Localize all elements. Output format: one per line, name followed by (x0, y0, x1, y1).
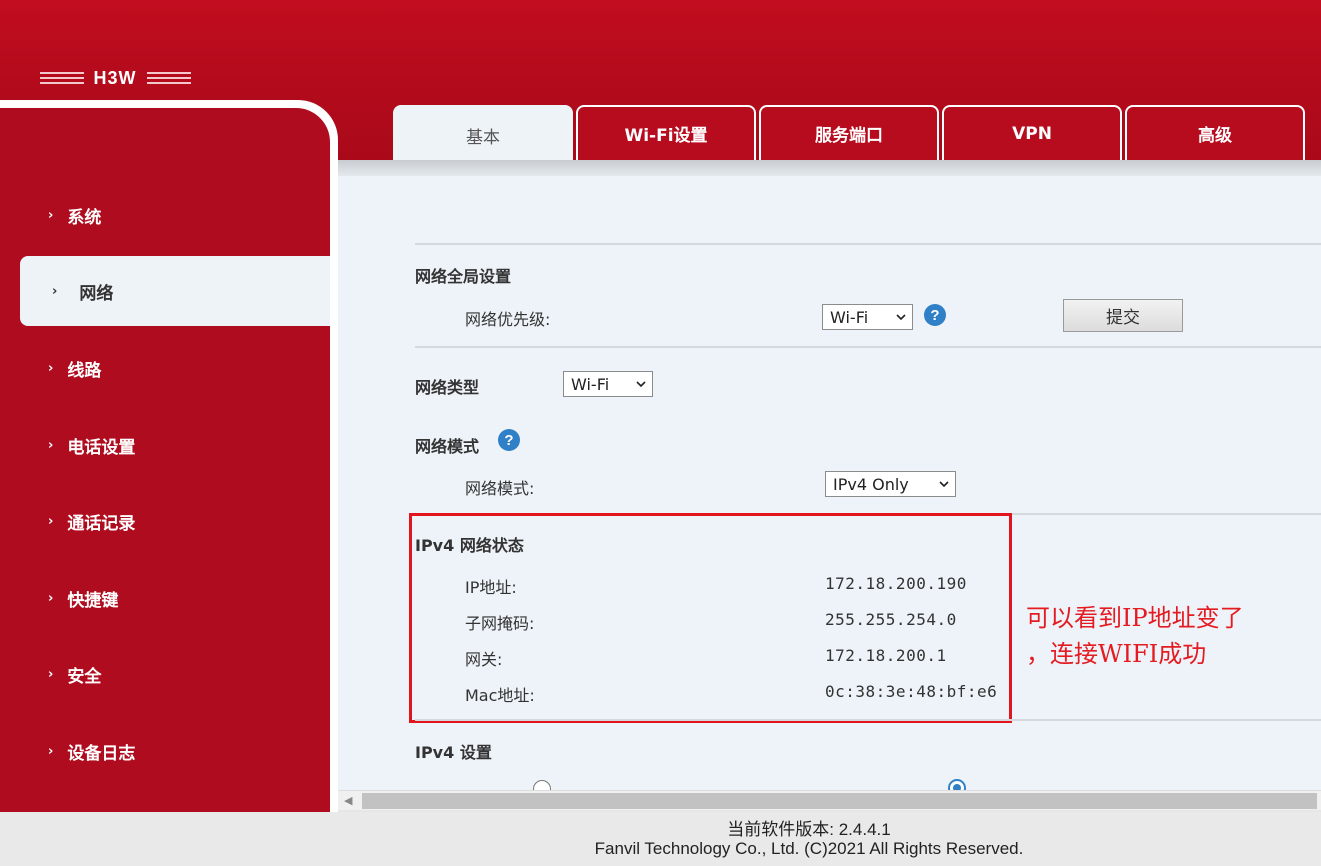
divider (415, 243, 1321, 245)
sidebar-item-label: 线路 (67, 360, 102, 381)
brand-logo: H3W (30, 64, 200, 92)
chevron-right-icon: › (48, 207, 54, 223)
chevron-right-icon: › (48, 437, 54, 453)
tab-service-ports[interactable]: 服务端口 (759, 105, 939, 160)
annotation-text: 可以看到IP地址变了 ，连接WIFI成功 (1026, 600, 1316, 672)
chevron-right-icon: › (48, 360, 54, 376)
sidebar-item-label: 安全 (67, 666, 102, 687)
priority-label: 网络优先级: (465, 310, 551, 329)
sidebar-item-network[interactable]: › 网络 (20, 256, 330, 326)
chevron-right-icon: › (48, 666, 54, 682)
footer: 当前软件版本: 2.4.4.1 Fanvil Technology Co., L… (0, 812, 1321, 866)
horizontal-scrollbar[interactable]: ◀ (338, 790, 1321, 810)
sidebar-item-label: 系统 (67, 207, 102, 228)
sidebar-item-label: 快捷键 (67, 590, 119, 611)
tab-label: Wi-Fi设置 (624, 126, 708, 146)
network-type-select-value: Wi-Fi (571, 374, 610, 394)
copyright: Fanvil Technology Co., Ltd. (C)2021 All … (594, 839, 1024, 858)
tab-label: 服务端口 (815, 126, 883, 146)
tab-basic[interactable]: 基本 (393, 105, 573, 163)
sidebar-item-call-log[interactable]: › 通话记录 (0, 486, 330, 556)
highlight-box (409, 513, 1012, 723)
submit-button[interactable]: 提交 (1063, 299, 1183, 332)
sidebar-item-label: 通话记录 (67, 513, 136, 534)
divider (415, 719, 1321, 721)
dhcp-radio[interactable] (948, 779, 966, 790)
section-title-network-mode: 网络模式 (415, 437, 480, 456)
section-title-global: 网络全局设置 (415, 267, 512, 286)
tab-advanced[interactable]: 高级 (1125, 105, 1305, 160)
sidebar-item-label: 设备日志 (67, 743, 136, 764)
network-type-select[interactable]: Wi-Fi (563, 371, 653, 397)
main-panel: 网络全局设置 网络优先级: Wi-Fi ? 提交 网络类型 Wi-Fi 网络模式… (338, 160, 1321, 790)
chevron-down-icon (939, 481, 949, 488)
chevron-right-icon: › (52, 283, 58, 299)
sidebar-item-device-log[interactable]: › 设备日志 (0, 716, 330, 786)
tab-wifi-settings[interactable]: Wi-Fi设置 (576, 105, 756, 160)
priority-select-value: Wi-Fi (830, 307, 869, 327)
help-icon[interactable]: ? (924, 304, 946, 326)
priority-select[interactable]: Wi-Fi (822, 304, 913, 330)
chevron-down-icon (896, 314, 906, 321)
scrollbar-thumb[interactable] (362, 793, 1317, 809)
tab-label: 高级 (1198, 126, 1232, 146)
network-mode-select[interactable]: IPv4 Only (825, 471, 956, 497)
sidebar-item-security[interactable]: › 安全 (0, 639, 330, 709)
tab-vpn[interactable]: VPN (942, 105, 1122, 160)
chevron-right-icon: › (48, 590, 54, 606)
section-title-network-type: 网络类型 (415, 378, 480, 397)
brand-name: H3W (93, 67, 137, 88)
logo-left-lines (39, 72, 84, 84)
sidebar-item-system[interactable]: › 系统 (0, 180, 330, 250)
static-ip-radio[interactable] (533, 780, 551, 790)
chevron-down-icon (636, 381, 646, 388)
sidebar-item-lines[interactable]: › 线路 (0, 333, 330, 403)
sidebar-item-phone-settings[interactable]: › 电话设置 (0, 410, 330, 480)
tab-label: VPN (1012, 123, 1052, 144)
tab-label: 基本 (466, 127, 500, 148)
sidebar-item-shortcuts[interactable]: › 快捷键 (0, 563, 330, 633)
chevron-right-icon: › (48, 743, 54, 759)
sidebar-item-label: 电话设置 (67, 437, 136, 458)
help-icon[interactable]: ? (498, 429, 520, 451)
panel-top-strip (338, 160, 1321, 176)
chevron-right-icon: › (48, 513, 54, 529)
sidebar-item-label: 网络 (79, 283, 114, 304)
software-version: 当前软件版本: 2.4.4.1 (727, 820, 891, 839)
annotation-line-2: ，连接WIFI成功 (1026, 640, 1207, 668)
network-mode-label: 网络模式: (465, 479, 535, 498)
logo-right-lines (146, 72, 191, 84)
network-mode-select-value: IPv4 Only (833, 474, 909, 494)
divider (415, 346, 1321, 348)
section-title-ipv4-settings: IPv4 设置 (415, 743, 492, 762)
annotation-line-1: 可以看到IP地址变了 (1026, 604, 1244, 632)
scroll-left-icon[interactable]: ◀ (344, 794, 352, 807)
